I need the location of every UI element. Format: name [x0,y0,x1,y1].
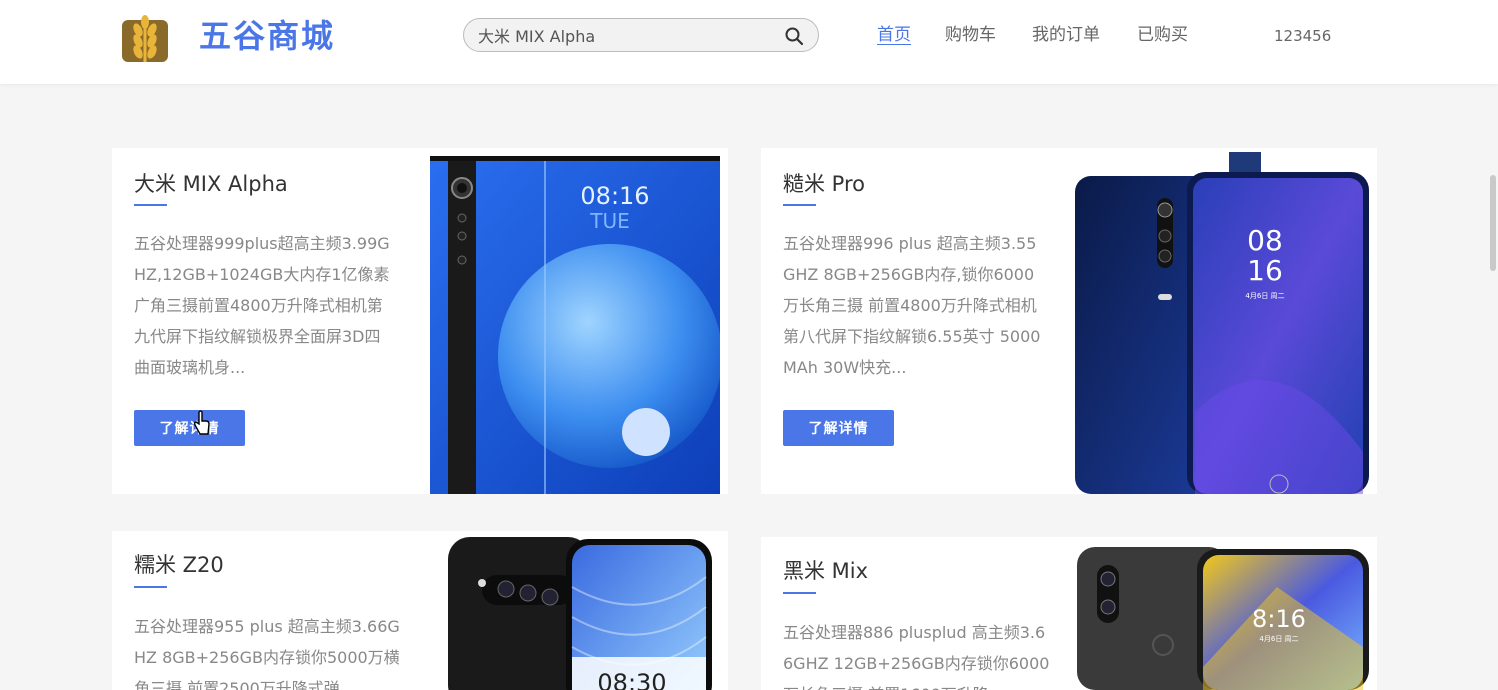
phone-time: 08:30 [597,669,666,690]
scrollbar-thumb[interactable] [1490,175,1496,271]
phone-day: TUE [589,209,630,233]
title-underline [783,592,816,594]
title-underline [134,204,167,206]
phone-time: 8:16 [1252,605,1306,633]
phone-minute: 16 [1247,254,1283,287]
product-description: 五谷处理器955 plus 超高主频3.66GHZ 8GB+256GB内存锁你5… [134,617,400,690]
product-description: 五谷处理器886 plusplud 高主频3.66GHZ 12GB+256GB内… [783,623,1050,690]
phone-hour: 08 [1247,224,1283,257]
phone-date: 4月6日 周二 [1245,292,1284,300]
product-card: 大米 MIX Alpha 五谷处理器999plus超高主频3.99GHZ,12G… [112,148,728,494]
product-description: 五谷处理器999plus超高主频3.99GHZ,12GB+1024GB大内存1亿… [134,234,390,377]
nav-cart[interactable]: 购物车 [945,22,996,48]
brand-name[interactable]: 五谷商城 [199,14,335,58]
phone-image: 08 16 4月6日 周二 [1075,152,1369,494]
search-icon[interactable] [784,26,804,46]
product-card: 糙米 Pro 五谷处理器996 plus 超高主频3.55GHZ 8GB+256… [761,148,1377,494]
product-title[interactable]: 黑米 Mix [783,556,868,586]
nav-purchased[interactable]: 已购买 [1137,22,1188,48]
learn-more-button[interactable]: 了解详情 [134,410,245,446]
product-description: 五谷处理器996 plus 超高主频3.55GHZ 8GB+256GB内存,锁你… [783,234,1041,377]
scrollbar[interactable] [1488,0,1496,690]
header: 五谷商城 首页 购物车 我的订单 已购买 123456 [0,0,1498,84]
wheat-logo-icon[interactable] [120,10,170,64]
title-underline [783,204,816,206]
phone-image: 08:16 TUE [430,156,720,494]
phone-date: 4月6日 周二 [1259,635,1298,643]
product-card: 糯米 Z20 五谷处理器955 plus 超高主频3.66GHZ 8GB+256… [112,531,728,690]
product-card: 黑米 Mix 五谷处理器886 plusplud 高主频3.66GHZ 12GB… [761,537,1377,690]
search-input[interactable] [478,19,778,51]
product-title[interactable]: 糙米 Pro [783,169,865,199]
hand-cursor-icon [193,410,210,435]
nav-home[interactable]: 首页 [877,22,911,48]
phone-image: 08:30 [448,537,712,690]
search-box [463,18,819,52]
learn-more-button[interactable]: 了解详情 [783,410,894,446]
title-underline [134,586,167,588]
product-title[interactable]: 大米 MIX Alpha [134,169,288,199]
phone-time: 08:16 [580,182,649,210]
nav-orders[interactable]: 我的订单 [1032,22,1100,48]
product-title[interactable]: 糯米 Z20 [134,550,224,580]
phone-image: 8:16 4月6日 周二 [1077,547,1369,690]
user-name[interactable]: 123456 [1274,24,1331,48]
